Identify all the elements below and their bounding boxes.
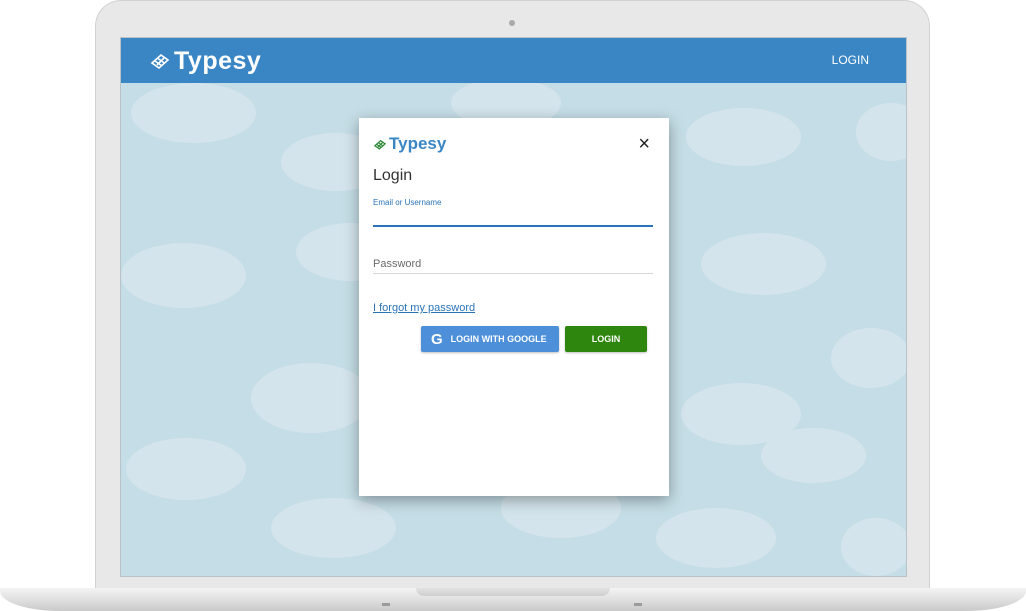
login-button[interactable]: LOGIN [565,326,647,352]
modal-brand-logo: Typesy [373,134,446,154]
browser-screen: Typesy LOGIN Typesy × Login Email or Use… [120,37,907,577]
brand-name: Typesy [174,46,262,75]
cloud-decoration [271,498,396,558]
keyboard-logo-icon [373,139,387,150]
google-button-label: LOGIN WITH GOOGLE [450,334,547,344]
password-field[interactable] [373,255,653,274]
close-icon[interactable]: × [638,134,650,154]
cloud-decoration [131,83,256,143]
cloud-decoration [686,108,801,166]
cloud-decoration [126,438,246,500]
cloud-decoration [656,508,776,568]
forgot-password-link[interactable]: I forgot my password [373,302,475,314]
login-with-google-button[interactable]: G LOGIN WITH GOOGLE [421,326,559,352]
cloud-decoration [841,518,906,576]
login-modal: Typesy × Login Email or Username I forgo… [359,118,669,496]
cloud-decoration [251,363,371,433]
laptop-notch [416,588,610,596]
email-field-underline [373,225,653,227]
nav-login-link[interactable]: LOGIN [832,53,869,67]
brand-logo[interactable]: Typesy [149,46,261,76]
login-button-label: LOGIN [591,334,621,344]
cloud-decoration [831,328,906,388]
cloud-decoration [701,233,826,295]
cloud-decoration [121,243,246,308]
keyboard-logo-icon [150,53,170,70]
laptop-foot [634,603,642,606]
cloud-decoration [761,428,866,483]
email-field-label: Email or Username [373,198,442,207]
modal-brand-name: Typesy [389,134,447,153]
modal-title: Login [373,167,413,184]
email-field[interactable] [373,208,653,224]
cloud-decoration [856,103,906,161]
google-g-icon: G [431,330,443,348]
laptop-foot [382,603,390,606]
top-navbar: Typesy LOGIN [121,38,906,83]
camera-icon [509,20,515,26]
